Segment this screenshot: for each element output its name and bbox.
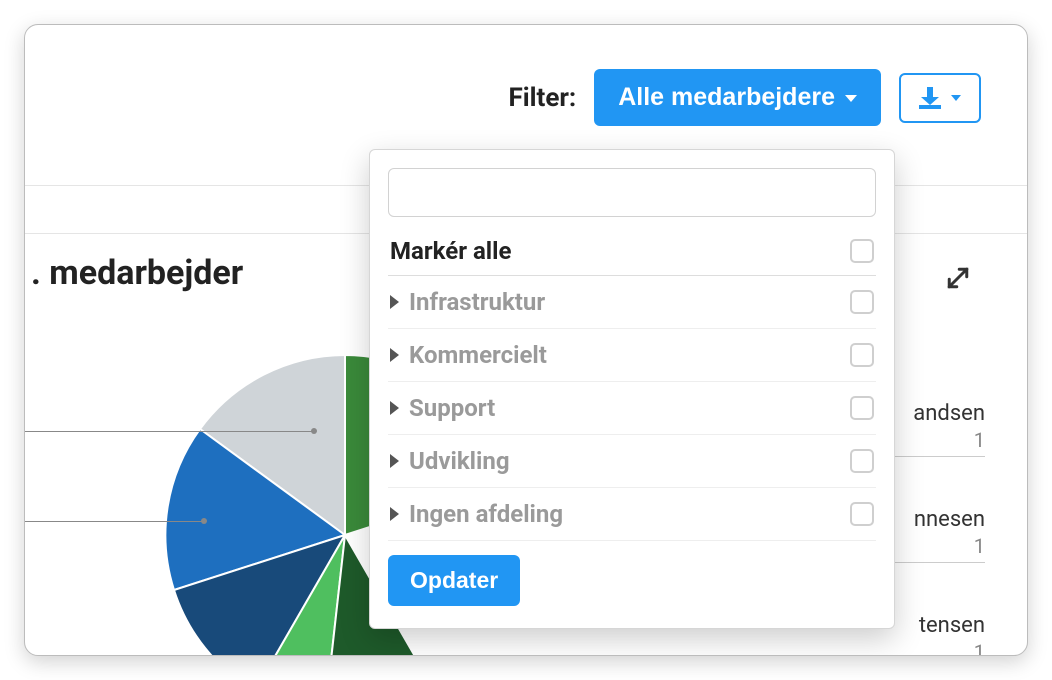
filter-option-checkbox[interactable]: [850, 290, 874, 314]
filter-option-label: Support: [409, 394, 495, 422]
expand-caret-icon: [390, 348, 399, 362]
filter-option-row[interactable]: Udvikling: [388, 435, 876, 488]
filter-option-checkbox[interactable]: [850, 449, 874, 473]
search-wrap: [388, 168, 876, 217]
filter-option-row[interactable]: Infrastruktur: [388, 276, 876, 329]
select-all-label: Markér alle: [390, 237, 511, 265]
select-all-row[interactable]: Markér alle: [388, 223, 876, 276]
filter-option-label: Infrastruktur: [409, 288, 545, 316]
filter-option-label: Ingen afdeling: [409, 500, 563, 528]
card-heading: . medarbejder: [25, 253, 243, 293]
filter-label: Filter:: [509, 83, 577, 113]
filter-option-row[interactable]: Kommercielt: [388, 329, 876, 382]
filter-toolbar: Filter: Alle medarbejdere: [509, 69, 981, 126]
filter-option-checkbox[interactable]: [850, 343, 874, 367]
download-icon: [919, 87, 941, 109]
legend-count: 1: [855, 638, 985, 656]
filter-dropdown-button[interactable]: Alle medarbejdere: [594, 69, 881, 126]
expand-caret-icon: [390, 454, 399, 468]
filter-search-input[interactable]: [388, 168, 876, 217]
filter-option-checkbox[interactable]: [850, 502, 874, 526]
filter-option-checkbox[interactable]: [850, 396, 874, 420]
caret-down-icon: [845, 95, 857, 102]
expand-icon[interactable]: [943, 263, 973, 297]
app-frame: Filter: Alle medarbejdere . medarbejder: [24, 24, 1028, 656]
expand-caret-icon: [390, 401, 399, 415]
chart-leader-line: [25, 521, 203, 522]
download-button[interactable]: [899, 73, 981, 123]
expand-caret-icon: [390, 295, 399, 309]
filter-dropdown-button-label: Alle medarbejdere: [618, 83, 835, 112]
filter-option-row[interactable]: Support: [388, 382, 876, 435]
update-button[interactable]: Opdater: [388, 555, 520, 606]
expand-caret-icon: [390, 507, 399, 521]
dropdown-footer: Opdater: [388, 555, 876, 606]
filter-option-label: Kommercielt: [409, 341, 547, 369]
filter-option-row[interactable]: Ingen afdeling: [388, 488, 876, 541]
caret-down-icon: [951, 95, 961, 101]
chart-leader-line: [25, 431, 313, 432]
filter-option-label: Udvikling: [409, 447, 510, 475]
filter-dropdown-panel: Markér alle Infrastruktur Kommercielt Su…: [369, 149, 895, 629]
select-all-checkbox[interactable]: [850, 239, 874, 263]
